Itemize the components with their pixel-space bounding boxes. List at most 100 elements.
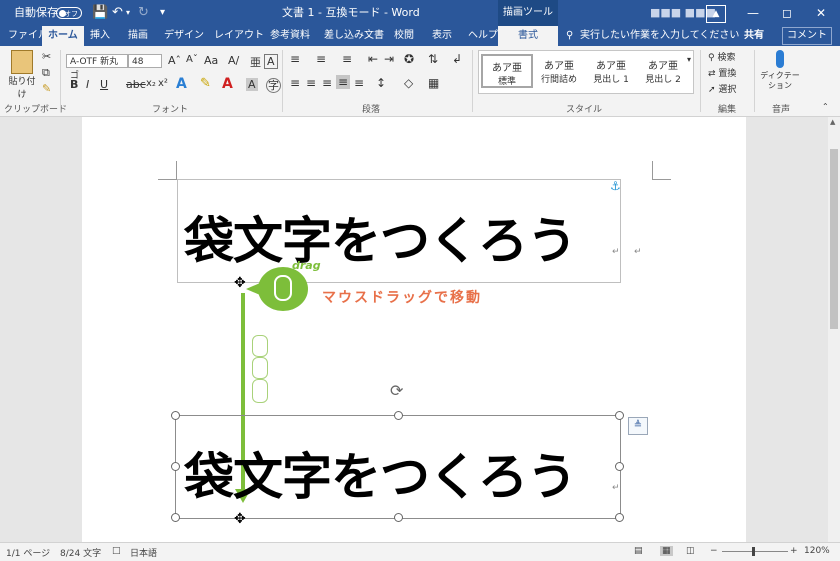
resize-handle[interactable] [394, 513, 403, 522]
redo-icon[interactable]: ↻ [138, 0, 149, 26]
tab-review[interactable]: 校閲 [394, 26, 414, 46]
font-size-select[interactable]: 48 [128, 54, 162, 68]
headline-text-top[interactable]: 袋文字をつくろう [184, 201, 577, 273]
tab-references[interactable]: 参考資料 [270, 26, 310, 46]
resize-handle[interactable] [394, 411, 403, 420]
customize-qat-icon[interactable]: ▾ [160, 0, 165, 26]
style-normal[interactable]: あア亜 標準 [481, 54, 533, 88]
clear-formatting-icon[interactable]: A∕ [228, 54, 239, 67]
page-count[interactable]: 1/1 ページ [6, 546, 50, 559]
collapse-ribbon-icon[interactable]: ⌃ [822, 102, 829, 111]
enclosed-char-icon[interactable]: 字 [266, 78, 281, 93]
highlight-icon[interactable]: ✎ [200, 76, 211, 91]
comment-button[interactable]: コメント [782, 27, 832, 45]
undo-dropdown-icon[interactable]: ▾ [126, 0, 130, 26]
proofing-icon[interactable]: □ [112, 546, 121, 556]
align-left-icon[interactable]: ≡ [290, 76, 300, 90]
align-center-icon[interactable]: ≡ [306, 76, 316, 90]
ribbon-display-options-icon[interactable]: ▲ [706, 5, 726, 23]
tab-help[interactable]: ヘルプ [468, 26, 498, 46]
font-name-select[interactable]: A-OTF 新丸ゴ [66, 54, 128, 81]
language[interactable]: 日本語 [130, 546, 157, 559]
subscript-icon[interactable]: x₂ [146, 78, 156, 89]
tab-insert[interactable]: 挿入 [90, 26, 110, 46]
tell-me-input[interactable]: 実行したい作業を入力してください [580, 26, 739, 46]
tab-home[interactable]: ホーム [42, 26, 84, 46]
dictate-button[interactable]: ディクテーション [760, 50, 800, 91]
align-right-icon[interactable]: ≡ [322, 76, 332, 90]
resize-handle[interactable] [615, 513, 624, 522]
minimize-button[interactable]: — [736, 0, 770, 26]
page[interactable]: ⚓ 袋文字をつくろう ↵ ↵ drag マウスドラッグで移動 ✥ ⟳ ≜ 袋文字… [82, 117, 746, 542]
replace-button[interactable]: ⇄ 置換 [708, 66, 736, 79]
cut-icon[interactable]: ✂ [42, 50, 51, 63]
resize-handle[interactable] [171, 513, 180, 522]
tab-mailings[interactable]: 差し込み文書 [324, 26, 384, 46]
char-shading-icon[interactable]: A [246, 78, 258, 91]
format-painter-icon[interactable]: ✎ [42, 82, 51, 95]
paste-button[interactable]: 貼り付け [8, 50, 36, 100]
superscript-icon[interactable]: x² [158, 78, 168, 89]
style-no-spacing[interactable]: あア亜 行間詰め [533, 54, 585, 88]
save-icon[interactable]: 💾 [92, 0, 108, 26]
style-heading-2[interactable]: あア亜 見出し 2 [637, 54, 689, 88]
bold-icon[interactable]: B [70, 78, 78, 91]
find-button[interactable]: ⚲ 検索 [708, 50, 735, 63]
multilevel-list-icon[interactable]: ≡ [342, 52, 352, 66]
headline-text-bottom[interactable]: 袋文字をつくろう [184, 437, 577, 509]
web-layout-icon[interactable]: ◫ [686, 546, 695, 556]
zoom-level[interactable]: 120% [804, 546, 830, 556]
shading-icon[interactable]: ◇ [404, 76, 413, 90]
style-heading-1[interactable]: あア亜 見出し 1 [585, 54, 637, 88]
grow-font-icon[interactable]: Aˆ [168, 54, 181, 67]
strikethrough-icon[interactable]: abc [126, 78, 146, 91]
shrink-font-icon[interactable]: Aˇ [186, 54, 198, 65]
tab-format[interactable]: 書式 [498, 26, 558, 46]
phonetic-guide-icon[interactable]: 亜 [250, 54, 261, 70]
line-spacing-icon[interactable]: ↕ [376, 76, 386, 90]
undo-icon[interactable]: ↶ [112, 0, 123, 26]
borders-icon[interactable]: ▦ [428, 76, 439, 90]
resize-handle[interactable] [615, 462, 624, 471]
rotate-handle-icon[interactable]: ⟳ [390, 381, 403, 400]
share-button[interactable]: 共有 [744, 26, 764, 46]
layout-options-icon[interactable]: ≜ [628, 417, 648, 435]
scrollbar-thumb[interactable] [830, 149, 838, 329]
numbering-icon[interactable]: ≡ [316, 52, 326, 66]
zoom-in-icon[interactable]: + [790, 546, 798, 556]
maximize-button[interactable]: ◻ [770, 0, 804, 26]
select-button[interactable]: ➚ 選択 [708, 82, 736, 95]
tab-view[interactable]: 表示 [432, 26, 452, 46]
italic-icon[interactable]: I [86, 78, 89, 91]
scroll-up-icon[interactable]: ▲ [830, 118, 835, 126]
copy-icon[interactable]: ⧉ [42, 66, 50, 80]
zoom-slider[interactable] [722, 551, 788, 552]
tab-layout[interactable]: レイアウト [214, 26, 264, 46]
font-color-icon[interactable]: A [222, 76, 233, 92]
enclose-char-icon[interactable]: A [264, 54, 278, 69]
tab-design[interactable]: デザイン [164, 26, 204, 46]
text-effects-icon[interactable]: A [176, 76, 187, 92]
change-case-icon[interactable]: Aa [204, 54, 218, 67]
resize-handle[interactable] [171, 462, 180, 471]
resize-handle[interactable] [171, 411, 180, 420]
gallery-more-icon[interactable]: ▾ [687, 55, 691, 64]
autosave-toggle[interactable]: オフ [56, 7, 82, 19]
distributed-icon[interactable]: ≡ [354, 76, 364, 90]
word-count[interactable]: 8/24 文字 [60, 546, 101, 559]
print-layout-icon[interactable]: ▦ [660, 546, 673, 556]
sort-icon[interactable]: ⇅ [428, 52, 438, 66]
asian-layout-icon[interactable]: ✪ [404, 52, 414, 66]
resize-handle[interactable] [615, 411, 624, 420]
underline-icon[interactable]: U [100, 78, 108, 91]
tab-draw[interactable]: 描画 [128, 26, 148, 46]
close-button[interactable]: ✕ [804, 0, 838, 26]
bullets-icon[interactable]: ≡ [290, 52, 300, 66]
read-mode-icon[interactable]: ▤ [634, 546, 643, 556]
zoom-slider-thumb[interactable] [752, 547, 755, 556]
zoom-out-icon[interactable]: − [710, 546, 718, 556]
show-marks-icon[interactable]: ↲ [452, 52, 462, 66]
increase-indent-icon[interactable]: ⇥ [384, 52, 394, 66]
justify-icon[interactable]: ≡ [336, 75, 351, 89]
decrease-indent-icon[interactable]: ⇤ [368, 52, 378, 66]
